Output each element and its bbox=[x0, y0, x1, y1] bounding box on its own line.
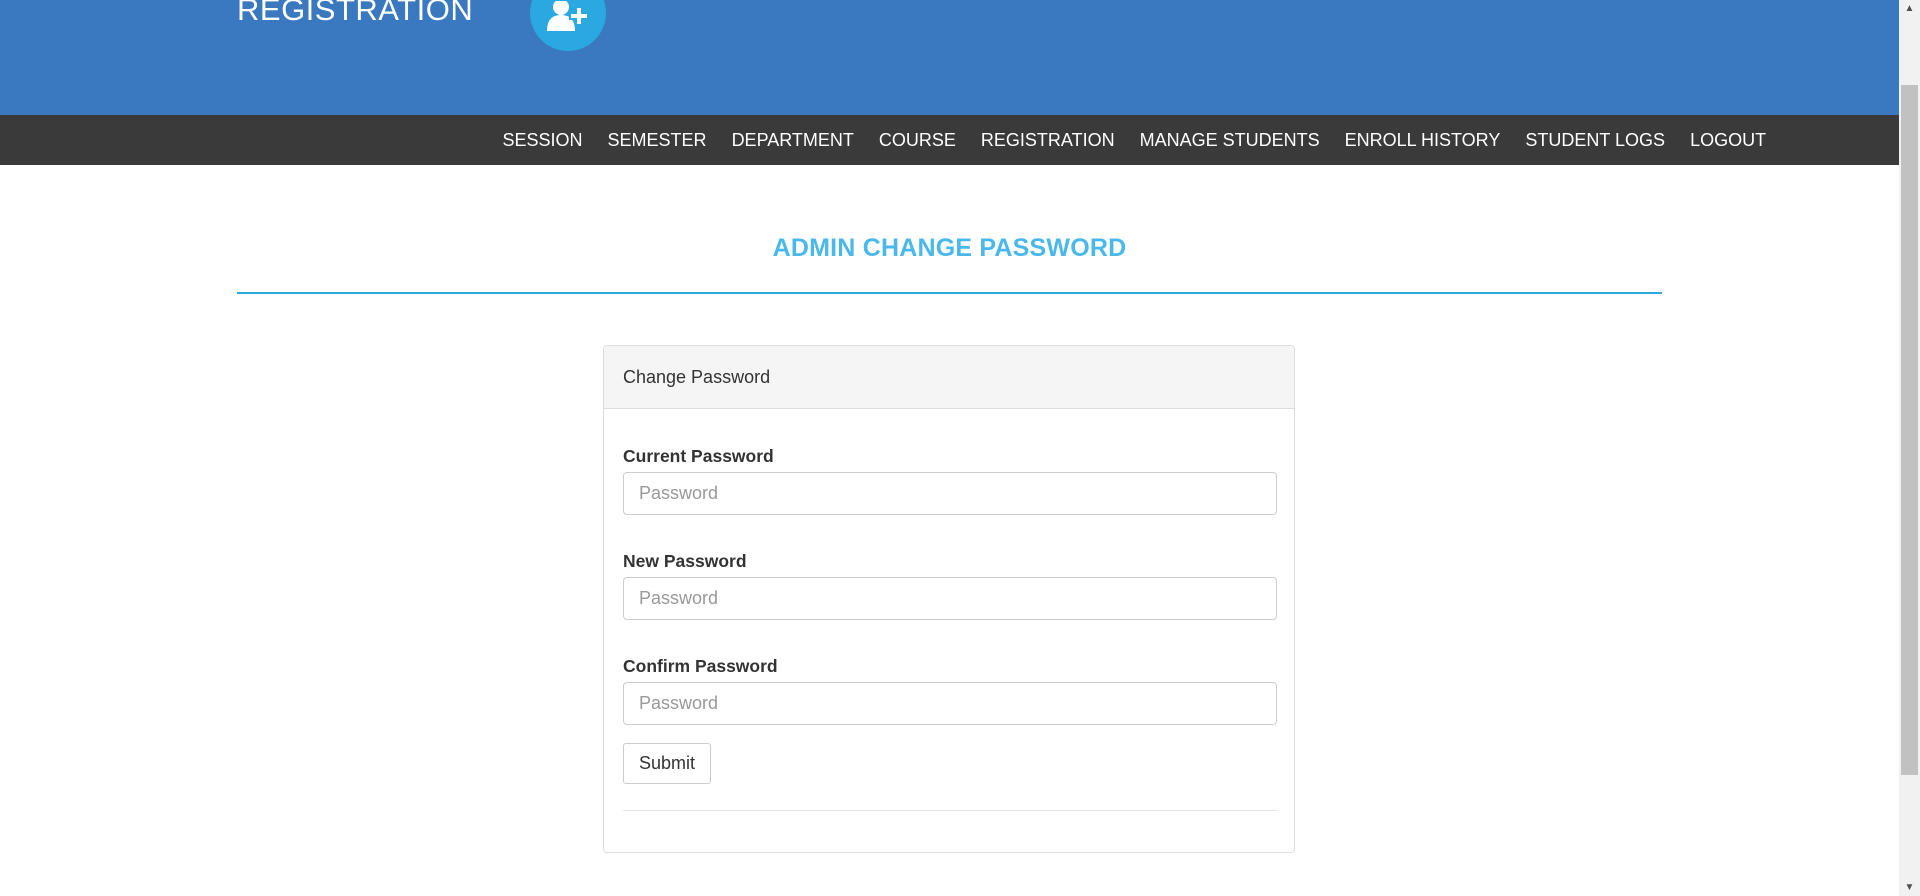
nav-item-session[interactable]: SESSION bbox=[490, 115, 595, 165]
page-title: ADMIN CHANGE PASSWORD bbox=[772, 234, 1127, 262]
nav-item-logout[interactable]: LOGOUT bbox=[1678, 115, 1779, 165]
site-header: REGISTRATION bbox=[0, 0, 1899, 115]
panel-divider bbox=[623, 810, 1277, 811]
nav-item-department[interactable]: DEPARTMENT bbox=[719, 115, 866, 165]
confirm-password-input[interactable] bbox=[623, 682, 1277, 725]
vertical-scrollbar[interactable]: ▲ ▼ bbox=[1899, 0, 1920, 896]
current-password-input[interactable] bbox=[623, 472, 1277, 515]
submit-button[interactable]: Submit bbox=[623, 743, 711, 784]
change-password-panel: Change Password Current Password New Pas… bbox=[603, 345, 1295, 853]
nav-item-manage-students[interactable]: MANAGE STUDENTS bbox=[1127, 115, 1332, 165]
nav-item-enroll-history[interactable]: ENROLL HISTORY bbox=[1332, 115, 1513, 165]
new-password-input[interactable] bbox=[623, 577, 1277, 620]
brand-title: REGISTRATION bbox=[237, 0, 474, 27]
nav-item-semester[interactable]: SEMESTER bbox=[595, 115, 719, 165]
panel-heading: Change Password bbox=[604, 346, 1294, 409]
scroll-thumb[interactable] bbox=[1901, 85, 1918, 775]
confirm-password-label: Confirm Password bbox=[623, 656, 778, 676]
nav-item-course[interactable]: COURSE bbox=[866, 115, 968, 165]
title-underline bbox=[237, 292, 1662, 294]
nav-item-student-logs[interactable]: STUDENT LOGS bbox=[1513, 115, 1678, 165]
scroll-down-arrow-icon[interactable]: ▼ bbox=[1899, 879, 1920, 896]
nav-item-registration[interactable]: REGISTRATION bbox=[968, 115, 1127, 165]
nav-menu: SESSION SEMESTER DEPARTMENT COURSE REGIS… bbox=[490, 115, 1779, 165]
current-password-label: Current Password bbox=[623, 446, 774, 466]
logo bbox=[530, 0, 606, 51]
scroll-up-arrow-icon[interactable]: ▲ bbox=[1899, 0, 1920, 17]
main-navbar: SESSION SEMESTER DEPARTMENT COURSE REGIS… bbox=[0, 115, 1899, 165]
user-plus-icon bbox=[547, 1, 589, 31]
new-password-label: New Password bbox=[623, 551, 747, 571]
